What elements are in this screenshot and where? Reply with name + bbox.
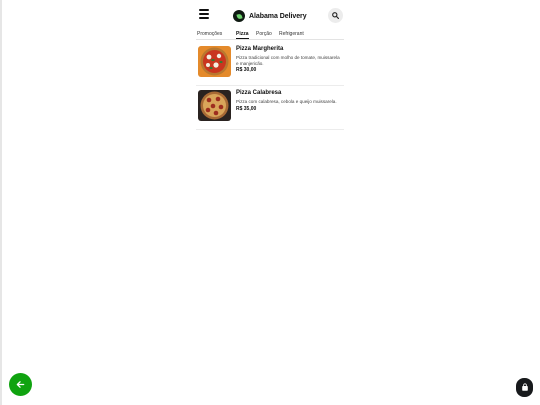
product-image-margherita	[198, 46, 231, 77]
hamburger-menu-icon[interactable]	[199, 9, 209, 19]
product-info: Pizza Calabresa Pizza com calabresa, ceb…	[236, 90, 342, 112]
product-info: Pizza Margherita Pizza tradicional com m…	[236, 46, 342, 73]
leaf-logo-icon	[233, 10, 245, 22]
product-name: Pizza Margherita	[236, 46, 284, 52]
arrow-left-icon	[16, 381, 25, 388]
brand-name: Alabama Delivery	[249, 12, 307, 20]
shopping-bag-icon	[521, 383, 528, 391]
tab-pizza[interactable]: Pizza	[236, 31, 249, 39]
tab-refrigerante[interactable]: Refrigerant	[279, 31, 304, 37]
product-price: R$ 35,00	[236, 105, 257, 112]
cart-button[interactable]	[516, 378, 533, 397]
app-header: Alabama Delivery	[196, 4, 344, 28]
product-image-calabresa	[198, 90, 231, 121]
product-description: Pizza com calabresa, cebola e queijo mui…	[236, 99, 337, 104]
tab-porcao[interactable]: Porção	[256, 31, 272, 37]
product-price: R$ 30,00	[236, 67, 257, 73]
tab-promocoes[interactable]: Promoções	[197, 31, 222, 37]
product-card-margherita[interactable]: Pizza Margherita Pizza tradicional com m…	[196, 45, 344, 86]
back-button[interactable]	[9, 373, 32, 396]
search-button[interactable]	[328, 8, 343, 23]
product-card-calabresa[interactable]: Pizza Calabresa Pizza com calabresa, ceb…	[196, 89, 344, 130]
product-name: Pizza Calabresa	[236, 90, 282, 96]
left-edge-divider	[0, 0, 2, 405]
product-description: Pizza tradicional com molho de tomate, m…	[236, 55, 340, 66]
brand[interactable]: Alabama Delivery	[233, 8, 307, 24]
search-icon	[332, 12, 339, 19]
category-tabs: Promoções Pizza Porção Refrigerant	[196, 30, 344, 40]
